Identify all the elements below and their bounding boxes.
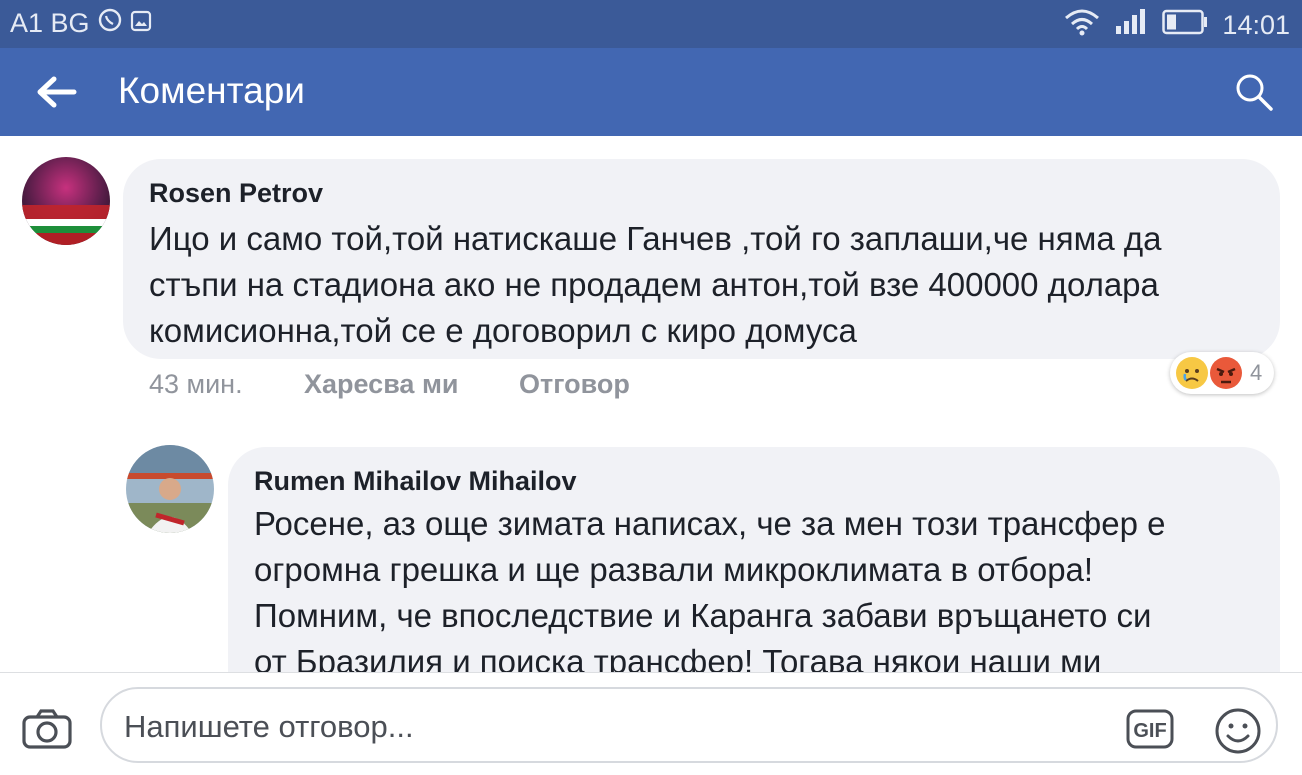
- reaction-count: 4: [1250, 360, 1263, 385]
- reply-placeholder: Напишете отговор...: [124, 709, 414, 744]
- wifi-icon: [1064, 8, 1100, 43]
- sad-emoji-icon: [1176, 357, 1208, 389]
- reply-composer: Напишете отговор... GIF: [0, 672, 1302, 775]
- carrier-label: A1 BG: [10, 8, 90, 38]
- comment-author[interactable]: Rumen Mihailov Mihailov: [254, 466, 577, 497]
- comment-line: Помним, че впоследствие и Каранга забави…: [254, 597, 1152, 634]
- signal-icon: [1114, 8, 1148, 43]
- avatar[interactable]: [126, 445, 214, 533]
- app-bar: Коментари: [0, 48, 1302, 136]
- avatar[interactable]: [22, 157, 110, 245]
- clock: 14:01: [1222, 10, 1290, 40]
- camera-icon[interactable]: [22, 709, 72, 749]
- angry-emoji-icon: [1210, 357, 1242, 389]
- comment-line: комисионна,той се е договорил с киро дом…: [149, 312, 857, 349]
- viber-icon: [98, 8, 122, 39]
- reactions-badge[interactable]: 4: [1170, 352, 1274, 394]
- comment-line: стъпи на стадиона ако не продадем антон,…: [149, 266, 1159, 303]
- reply-button[interactable]: Отговор: [519, 369, 630, 400]
- comment-line: огромна грешка и ще развали микроклимата…: [254, 551, 1094, 588]
- comment-timestamp: 43 мин.: [149, 369, 243, 399]
- emoji-icon[interactable]: [1214, 707, 1262, 755]
- page-title: Коментари: [118, 70, 305, 111]
- comment-line: Росене, аз още зимата написах, че за мен…: [254, 505, 1166, 542]
- image-icon: [130, 8, 152, 39]
- like-button[interactable]: Харесва ми: [304, 369, 459, 400]
- reply-input[interactable]: Напишете отговор...: [100, 687, 1278, 763]
- status-left: A1 BG: [10, 8, 152, 39]
- battery-icon: [1162, 9, 1208, 42]
- gif-button[interactable]: GIF: [1126, 709, 1174, 749]
- search-icon[interactable]: [1234, 72, 1274, 112]
- status-right: 14:01: [1064, 8, 1290, 43]
- status-bar: A1 BG 14:01: [0, 0, 1302, 48]
- comment-line: Ицо и само той,той натискаше Ганчев ,той…: [149, 220, 1162, 257]
- gif-label: GIF: [1133, 720, 1166, 742]
- comment-author[interactable]: Rosen Petrov: [149, 178, 323, 209]
- back-arrow-icon[interactable]: [34, 72, 78, 112]
